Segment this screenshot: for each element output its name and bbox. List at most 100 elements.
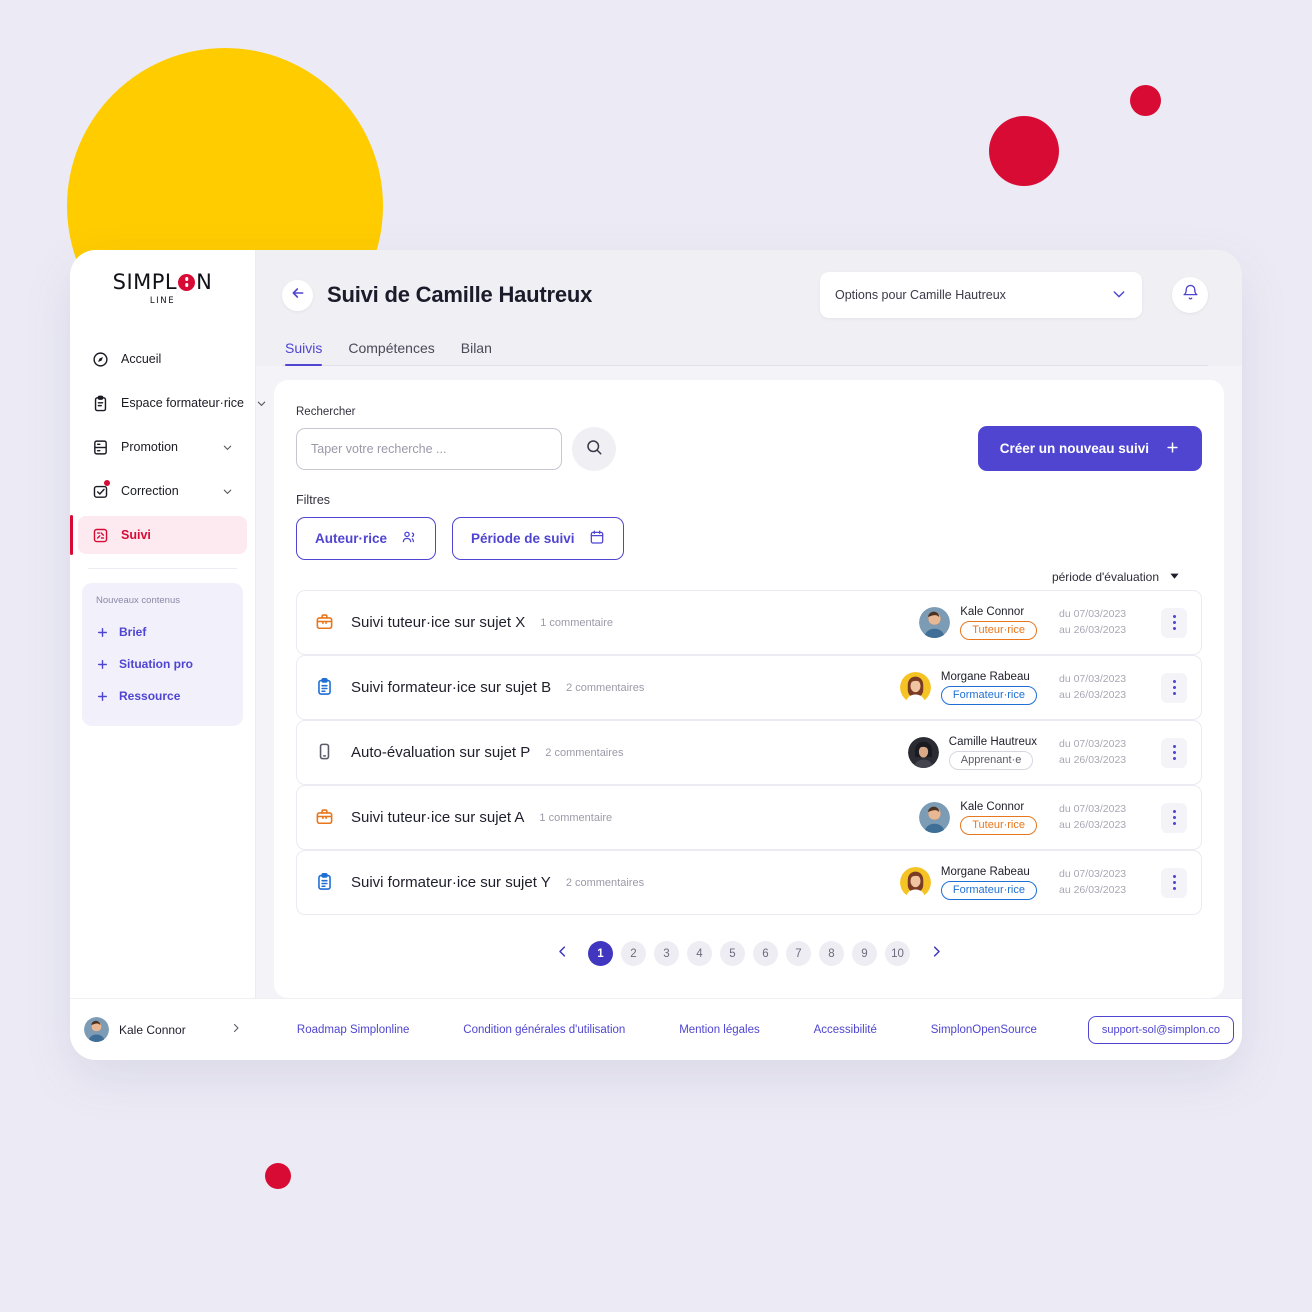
filter-periode-button[interactable]: Période de suivi: [452, 517, 624, 560]
create-suivi-label: Créer un nouveau suivi: [999, 441, 1149, 456]
author-texts: Morgane Rabeau Formateur·rice: [940, 866, 1037, 900]
create-suivi-button[interactable]: Créer un nouveau suivi: [977, 426, 1202, 471]
options-select[interactable]: Options pour Camille Hautreux: [820, 272, 1142, 318]
chevron-down-icon: [222, 442, 233, 453]
date-from: du 07/03/2023: [1059, 672, 1127, 685]
row-title: Suivi tuteur·ice sur sujet A: [351, 809, 525, 826]
new-content-label: Ressource: [119, 689, 181, 703]
date-from: du 07/03/2023: [1059, 737, 1127, 750]
search-input[interactable]: [296, 427, 562, 470]
sidebar-item-label: Accueil: [121, 352, 162, 366]
arrow-left-icon: [290, 285, 306, 306]
new-content-brief[interactable]: Brief: [96, 616, 229, 648]
content-area: Rechercher Créer un nouveau suivi: [256, 366, 1242, 998]
pagination-page-4[interactable]: 4: [687, 941, 712, 966]
footer-link-opensource[interactable]: SimplonOpenSource: [931, 1024, 1037, 1036]
footer-user-menu[interactable]: Kale Connor: [70, 999, 256, 1060]
tab-competences[interactable]: Compétences: [348, 340, 434, 365]
table-row[interactable]: Auto-évaluation sur sujet P 2 commentair…: [296, 720, 1202, 785]
filters-label: Filtres: [296, 493, 331, 507]
chevron-right-icon: [929, 944, 944, 964]
sidebar-item-correction[interactable]: Correction: [78, 472, 247, 510]
logo-word: SIMPL: [112, 270, 178, 294]
sort-dropdown[interactable]: période d'évaluation: [1052, 570, 1180, 584]
row-title: Auto-évaluation sur sujet P: [351, 744, 531, 761]
notifications-button[interactable]: [1172, 277, 1208, 313]
support-email-button[interactable]: support-sol@simplon.co: [1087, 1015, 1234, 1044]
pagination: 1 2 3 4 5 6 7 8 9 10: [296, 941, 1202, 966]
row-author: Kale Connor Tuteur·rice: [919, 606, 1037, 640]
clipboard-icon: [315, 872, 334, 893]
sidebar-item-suivi[interactable]: Suivi: [70, 515, 247, 555]
sidebar-item-label: Suivi: [121, 528, 151, 542]
back-button[interactable]: [282, 279, 313, 311]
sidebar-item-promotion[interactable]: Promotion: [78, 428, 247, 466]
sidebar-item-espace-formateur[interactable]: Espace formateur·rice: [78, 384, 266, 422]
table-row[interactable]: Suivi formateur·ice sur sujet Y 2 commen…: [296, 850, 1202, 915]
date-to: au 26/03/2023: [1059, 753, 1127, 766]
pagination-page-6[interactable]: 6: [753, 941, 778, 966]
tab-suivis[interactable]: Suivis: [285, 340, 323, 366]
page-title: Suivi de Camille Hautreux: [327, 282, 593, 307]
avatar: [919, 607, 951, 638]
search-button[interactable]: [572, 426, 616, 471]
kebab-menu-icon[interactable]: [1161, 672, 1187, 703]
sidebar-divider: [88, 568, 237, 569]
window-body: SIMPL N LINE Accueil Espace formateur·ric…: [70, 250, 1242, 998]
row-author: Morgane Rabeau Formateur·rice: [899, 866, 1037, 900]
logo-subtitle: LINE: [149, 296, 176, 306]
logo-word-end: N: [196, 270, 213, 294]
kebab-menu-icon[interactable]: [1161, 802, 1187, 833]
pagination-page-9[interactable]: 9: [852, 941, 877, 966]
new-content-label: Brief: [119, 625, 147, 639]
kebab-menu-icon[interactable]: [1161, 867, 1187, 898]
briefcase-icon: [315, 807, 334, 828]
pagination-page-5[interactable]: 5: [720, 941, 745, 966]
table-row[interactable]: Suivi tuteur·ice sur sujet A 1 commentai…: [296, 785, 1202, 850]
sidebar-item-label: Promotion: [121, 440, 178, 454]
pagination-next[interactable]: [924, 942, 948, 966]
content-card: Rechercher Créer un nouveau suivi: [274, 380, 1224, 998]
sidebar-item-accueil[interactable]: Accueil: [78, 340, 247, 378]
row-comment-count: 2 commentaires: [566, 681, 645, 694]
search-icon: [585, 438, 603, 459]
avatar: [899, 867, 931, 898]
footer-link-cgu[interactable]: Condition générales d'utilisation: [463, 1024, 625, 1036]
mobile-icon: [315, 742, 334, 763]
footer-link-accessibilite[interactable]: Accessibilité: [814, 1024, 877, 1036]
tab-bilan[interactable]: Bilan: [461, 340, 492, 365]
new-content-ressource[interactable]: Ressource: [96, 680, 229, 712]
chevron-left-icon: [555, 944, 570, 964]
status-badge: Apprenant·e: [948, 750, 1034, 770]
chevron-down-icon: [256, 398, 267, 409]
avatar: [84, 1017, 109, 1042]
table-row[interactable]: Suivi formateur·ice sur sujet B 2 commen…: [296, 655, 1202, 720]
pagination-page-8[interactable]: 8: [819, 941, 844, 966]
footer-link-mentions-legales[interactable]: Mention légales: [679, 1024, 760, 1036]
pagination-prev[interactable]: [550, 942, 574, 966]
plus-icon: [96, 690, 109, 703]
row-dates: du 07/03/2023 au 26/03/2023: [1059, 672, 1145, 704]
pagination-page-1[interactable]: 1: [588, 941, 613, 966]
filter-auteur-button[interactable]: Auteur·rice: [296, 517, 437, 560]
footer-link-roadmap[interactable]: Roadmap Simplonline: [297, 1024, 410, 1036]
sidebar-nav: Accueil Espace formateur·rice Promotion …: [70, 340, 266, 555]
new-content-panel: Nouveaux contenus Brief Situation pro Re…: [82, 583, 243, 726]
pagination-page-10[interactable]: 10: [885, 941, 910, 966]
author-name: Morgane Rabeau: [940, 670, 1030, 683]
kebab-menu-icon[interactable]: [1161, 607, 1187, 638]
status-badge: Formateur·rice: [940, 880, 1037, 900]
pagination-page-2[interactable]: 2: [621, 941, 646, 966]
author-name: Kale Connor: [960, 800, 1025, 813]
new-content-situation-pro[interactable]: Situation pro: [96, 648, 229, 680]
footer-user-name: Kale Connor: [119, 1022, 186, 1037]
simplon-logo[interactable]: SIMPL N LINE: [70, 270, 255, 306]
pagination-page-7[interactable]: 7: [786, 941, 811, 966]
filters-row: Auteur·rice Période de suivi: [296, 517, 1202, 560]
table-row[interactable]: Suivi tuteur·ice sur sujet X 1 commentai…: [296, 590, 1202, 655]
author-name: Kale Connor: [960, 605, 1025, 618]
pagination-page-3[interactable]: 3: [654, 941, 679, 966]
date-from: du 07/03/2023: [1059, 867, 1127, 880]
author-name: Camille Hautreux: [948, 735, 1037, 748]
kebab-menu-icon[interactable]: [1161, 737, 1187, 768]
